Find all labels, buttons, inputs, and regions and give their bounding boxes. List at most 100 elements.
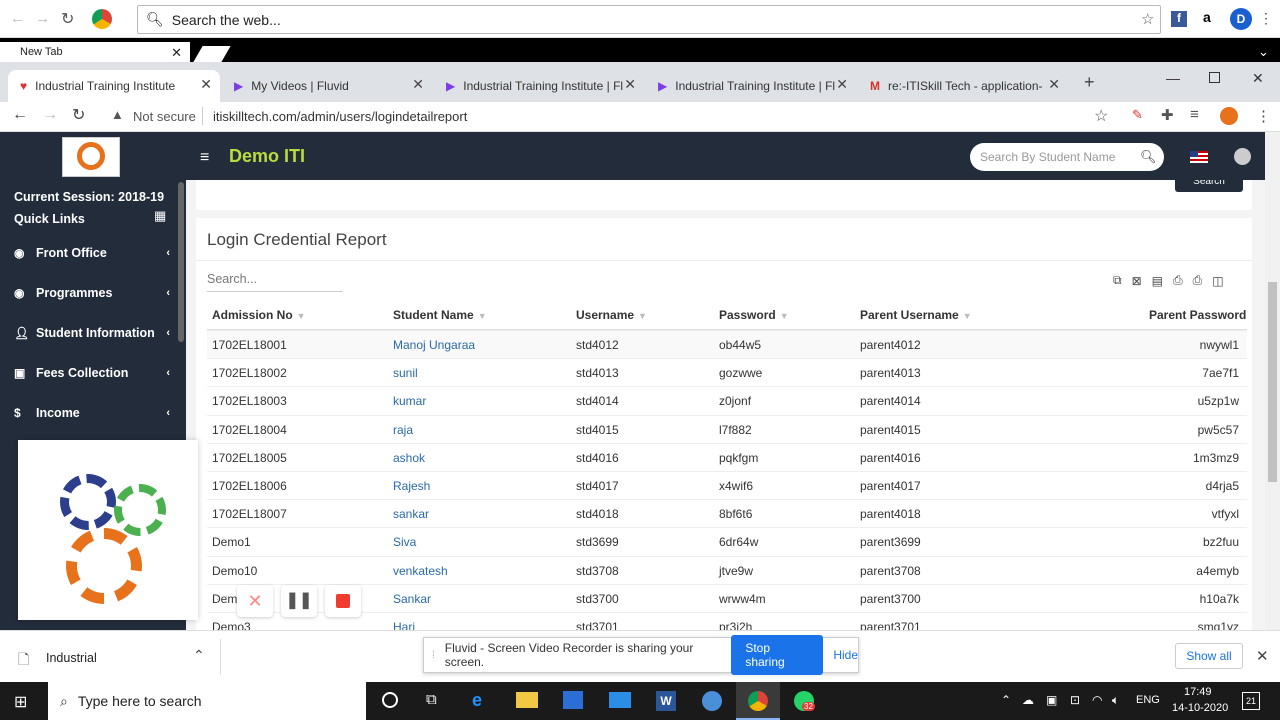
reload-icon[interactable]: ↻	[61, 9, 74, 29]
scrollbar-thumb[interactable]	[1268, 282, 1277, 482]
chrome-logo-icon[interactable]	[92, 9, 112, 29]
table-row[interactable]: Demo10 venkatesh std3708 jtve9w parent3708 a4…	[207, 555, 1247, 584]
back-arrow-icon[interactable]: ←	[12, 106, 28, 124]
onedrive-icon[interactable]: ☁	[1022, 693, 1034, 707]
clock-time[interactable]: 17:49	[1184, 686, 1244, 698]
search-button[interactable]: Search	[1175, 180, 1243, 192]
stop-sharing-button[interactable]: Stop sharing	[731, 635, 824, 675]
excel-icon[interactable]: ⊠	[1132, 274, 1142, 288]
volume-icon[interactable]: 🔈︎	[1112, 693, 1119, 708]
forward-arrow-icon[interactable]: →	[42, 106, 58, 124]
maximize-icon[interactable]	[1209, 72, 1220, 83]
stop-recording-button[interactable]	[325, 585, 361, 617]
cell-student-name[interactable]: Sankar	[393, 592, 431, 606]
cell-student-name[interactable]: raja	[393, 423, 413, 437]
taskbar-search-input[interactable]: ⌕ Type here to search	[48, 682, 366, 720]
close-icon[interactable]: ✕	[200, 76, 212, 93]
csv-icon[interactable]: ▤	[1152, 274, 1163, 288]
profile-icon[interactable]: D	[1230, 8, 1252, 30]
student-search-input[interactable]: Search By Student Name 🔍︎	[970, 143, 1164, 171]
close-icon[interactable]: ✕	[1256, 647, 1269, 665]
url-text[interactable]: itiskilltech.com/admin/users/logindetail…	[213, 109, 467, 124]
chevron-down-icon[interactable]: ⌄	[1258, 44, 1269, 60]
page-scrollbar[interactable]	[1265, 132, 1280, 630]
table-row[interactable]: Demo1 Siva std3699 6dr64w parent3699 bz2fuu	[207, 527, 1247, 555]
copy-icon[interactable]: ⧉	[1113, 273, 1122, 288]
tab-industrial-fluvid-1[interactable]: ▶ Industrial Training Institute | Fl ✕	[434, 70, 644, 102]
sidebar-item-programmes[interactable]: ◉ Programmes ‹	[14, 286, 174, 300]
tab-industrial-training[interactable]: ♥ Industrial Training Institute ✕	[8, 70, 220, 102]
table-row[interactable]: 1702EL18006 Rajesh std4017 x4wif6 parent4017…	[207, 471, 1247, 499]
star-icon[interactable]: ☆	[1141, 10, 1154, 28]
table-search-input[interactable]: Search...	[207, 272, 343, 292]
column-header-username[interactable]: Username ▼	[576, 308, 647, 322]
notification-center-icon[interactable]: 21	[1242, 692, 1260, 710]
warning-icon[interactable]: ▲	[111, 107, 124, 122]
playlist-icon[interactable]: ≡	[1190, 106, 1199, 123]
avatar[interactable]	[1220, 107, 1238, 125]
edge-icon[interactable]: e	[472, 690, 482, 711]
puzzle-icon[interactable]: ✚	[1161, 106, 1174, 124]
close-icon[interactable]: ✕	[1048, 76, 1060, 93]
tab-industrial-fluvid-2[interactable]: ▶ Industrial Training Institute | Fl ✕	[646, 70, 856, 102]
close-icon[interactable]: ✕	[171, 45, 182, 61]
column-header-parent-password[interactable]: Parent Password	[1149, 308, 1246, 322]
quick-links-label[interactable]: Quick Links	[14, 212, 85, 226]
language-indicator[interactable]: ENG	[1136, 694, 1160, 706]
taskbar-chrome-active[interactable]	[736, 682, 780, 720]
wifi-icon[interactable]: ◠	[1092, 693, 1102, 707]
recorder-webcam-card[interactable]	[18, 440, 198, 620]
forward-arrow-icon[interactable]: →	[35, 10, 50, 27]
tab-gmail[interactable]: M re:-ITISkill Tech - application- ✕	[858, 70, 1068, 102]
reload-icon[interactable]: ↻	[72, 105, 85, 125]
columns-icon[interactable]: ◫	[1212, 274, 1223, 288]
outer-tab-new[interactable]: New Tab ✕	[0, 42, 190, 62]
cancel-recording-button[interactable]: ✕	[237, 585, 273, 617]
security-label[interactable]: Not secure	[133, 109, 196, 124]
task-view-icon[interactable]: ⧉	[426, 691, 437, 708]
table-row[interactable]: 1702EL18001 Manoj Ungaraa std4012 ob44w5 par…	[207, 330, 1247, 358]
cell-student-name[interactable]: venkatesh	[393, 564, 448, 578]
sidebar-item-student-information[interactable]: 👤︎ Student Information ‹	[14, 326, 174, 340]
print-icon[interactable]: ⎙	[1193, 273, 1203, 288]
table-row[interactable]: 1702EL18004 raja std4015 l7f882 parent4015 pw…	[207, 414, 1247, 443]
cell-student-name[interactable]: Hari	[393, 620, 415, 630]
close-icon[interactable]: ✕	[624, 76, 636, 93]
cell-student-name[interactable]: kumar	[393, 394, 426, 408]
menu-dots-icon[interactable]: ⋮	[1256, 107, 1271, 125]
table-row[interactable]: 1702EL18003 kumar std4014 z0jonf parent4014 u…	[207, 386, 1247, 414]
close-icon[interactable]: ✕	[412, 76, 424, 93]
sidebar-item-income[interactable]: $ Income ‹	[14, 406, 174, 420]
outer-omnibox[interactable]: 🔍︎ Search the web...	[137, 5, 1161, 34]
drag-handle-icon[interactable]: ⁞	[432, 650, 435, 661]
sidebar-item-front-office[interactable]: ◉ Front Office ‹	[14, 246, 174, 260]
grid-icon[interactable]: ▦	[154, 208, 166, 224]
sidebar-scrollbar[interactable]	[178, 182, 184, 342]
cell-student-name[interactable]: sankar	[393, 507, 429, 521]
table-row[interactable]: 1702EL18007 sankar std4018 8bf6t6 parent4018…	[207, 499, 1247, 527]
pdf-icon[interactable]: ⎙	[1173, 273, 1183, 288]
cell-student-name[interactable]: Rajesh	[393, 479, 430, 493]
windows-start-icon[interactable]: ⊞	[14, 692, 27, 712]
mail-icon[interactable]	[609, 692, 631, 708]
cell-student-name[interactable]: Manoj Ungaraa	[393, 338, 475, 352]
column-header-admission-no[interactable]: Admission No ▼	[212, 308, 306, 322]
amazon-icon[interactable]: a	[1203, 9, 1211, 25]
chevron-up-icon[interactable]: ⌃	[1001, 693, 1011, 707]
store-icon[interactable]	[563, 691, 583, 709]
chrome-blue-icon[interactable]	[702, 691, 722, 711]
table-row[interactable]: 1702EL18005 ashok std4016 pqkfgm parent4016 1…	[207, 442, 1247, 471]
capture-icon[interactable]: ⊡	[1070, 693, 1080, 707]
column-header-student-name[interactable]: Student Name ▼	[393, 308, 487, 322]
table-row[interactable]: 1702EL18002 sunil std4013 gozwwe parent4013 7…	[207, 358, 1247, 386]
facebook-icon[interactable]: f	[1171, 11, 1187, 27]
new-tab-button[interactable]: +	[1084, 72, 1095, 93]
tab-fluvid-videos[interactable]: ▶ My Videos | Fluvid ✕	[222, 70, 432, 102]
drag-handle-icon[interactable]: ⋮⋮	[213, 594, 231, 605]
institute-logo[interactable]	[62, 137, 120, 177]
cell-student-name[interactable]: sunil	[393, 366, 418, 380]
file-explorer-icon[interactable]	[516, 692, 538, 708]
bookmark-star-icon[interactable]: ☆	[1094, 106, 1108, 126]
back-arrow-icon[interactable]: ←	[10, 10, 25, 27]
sidebar-item-fees-collection[interactable]: ▣ Fees Collection ‹	[14, 366, 174, 380]
